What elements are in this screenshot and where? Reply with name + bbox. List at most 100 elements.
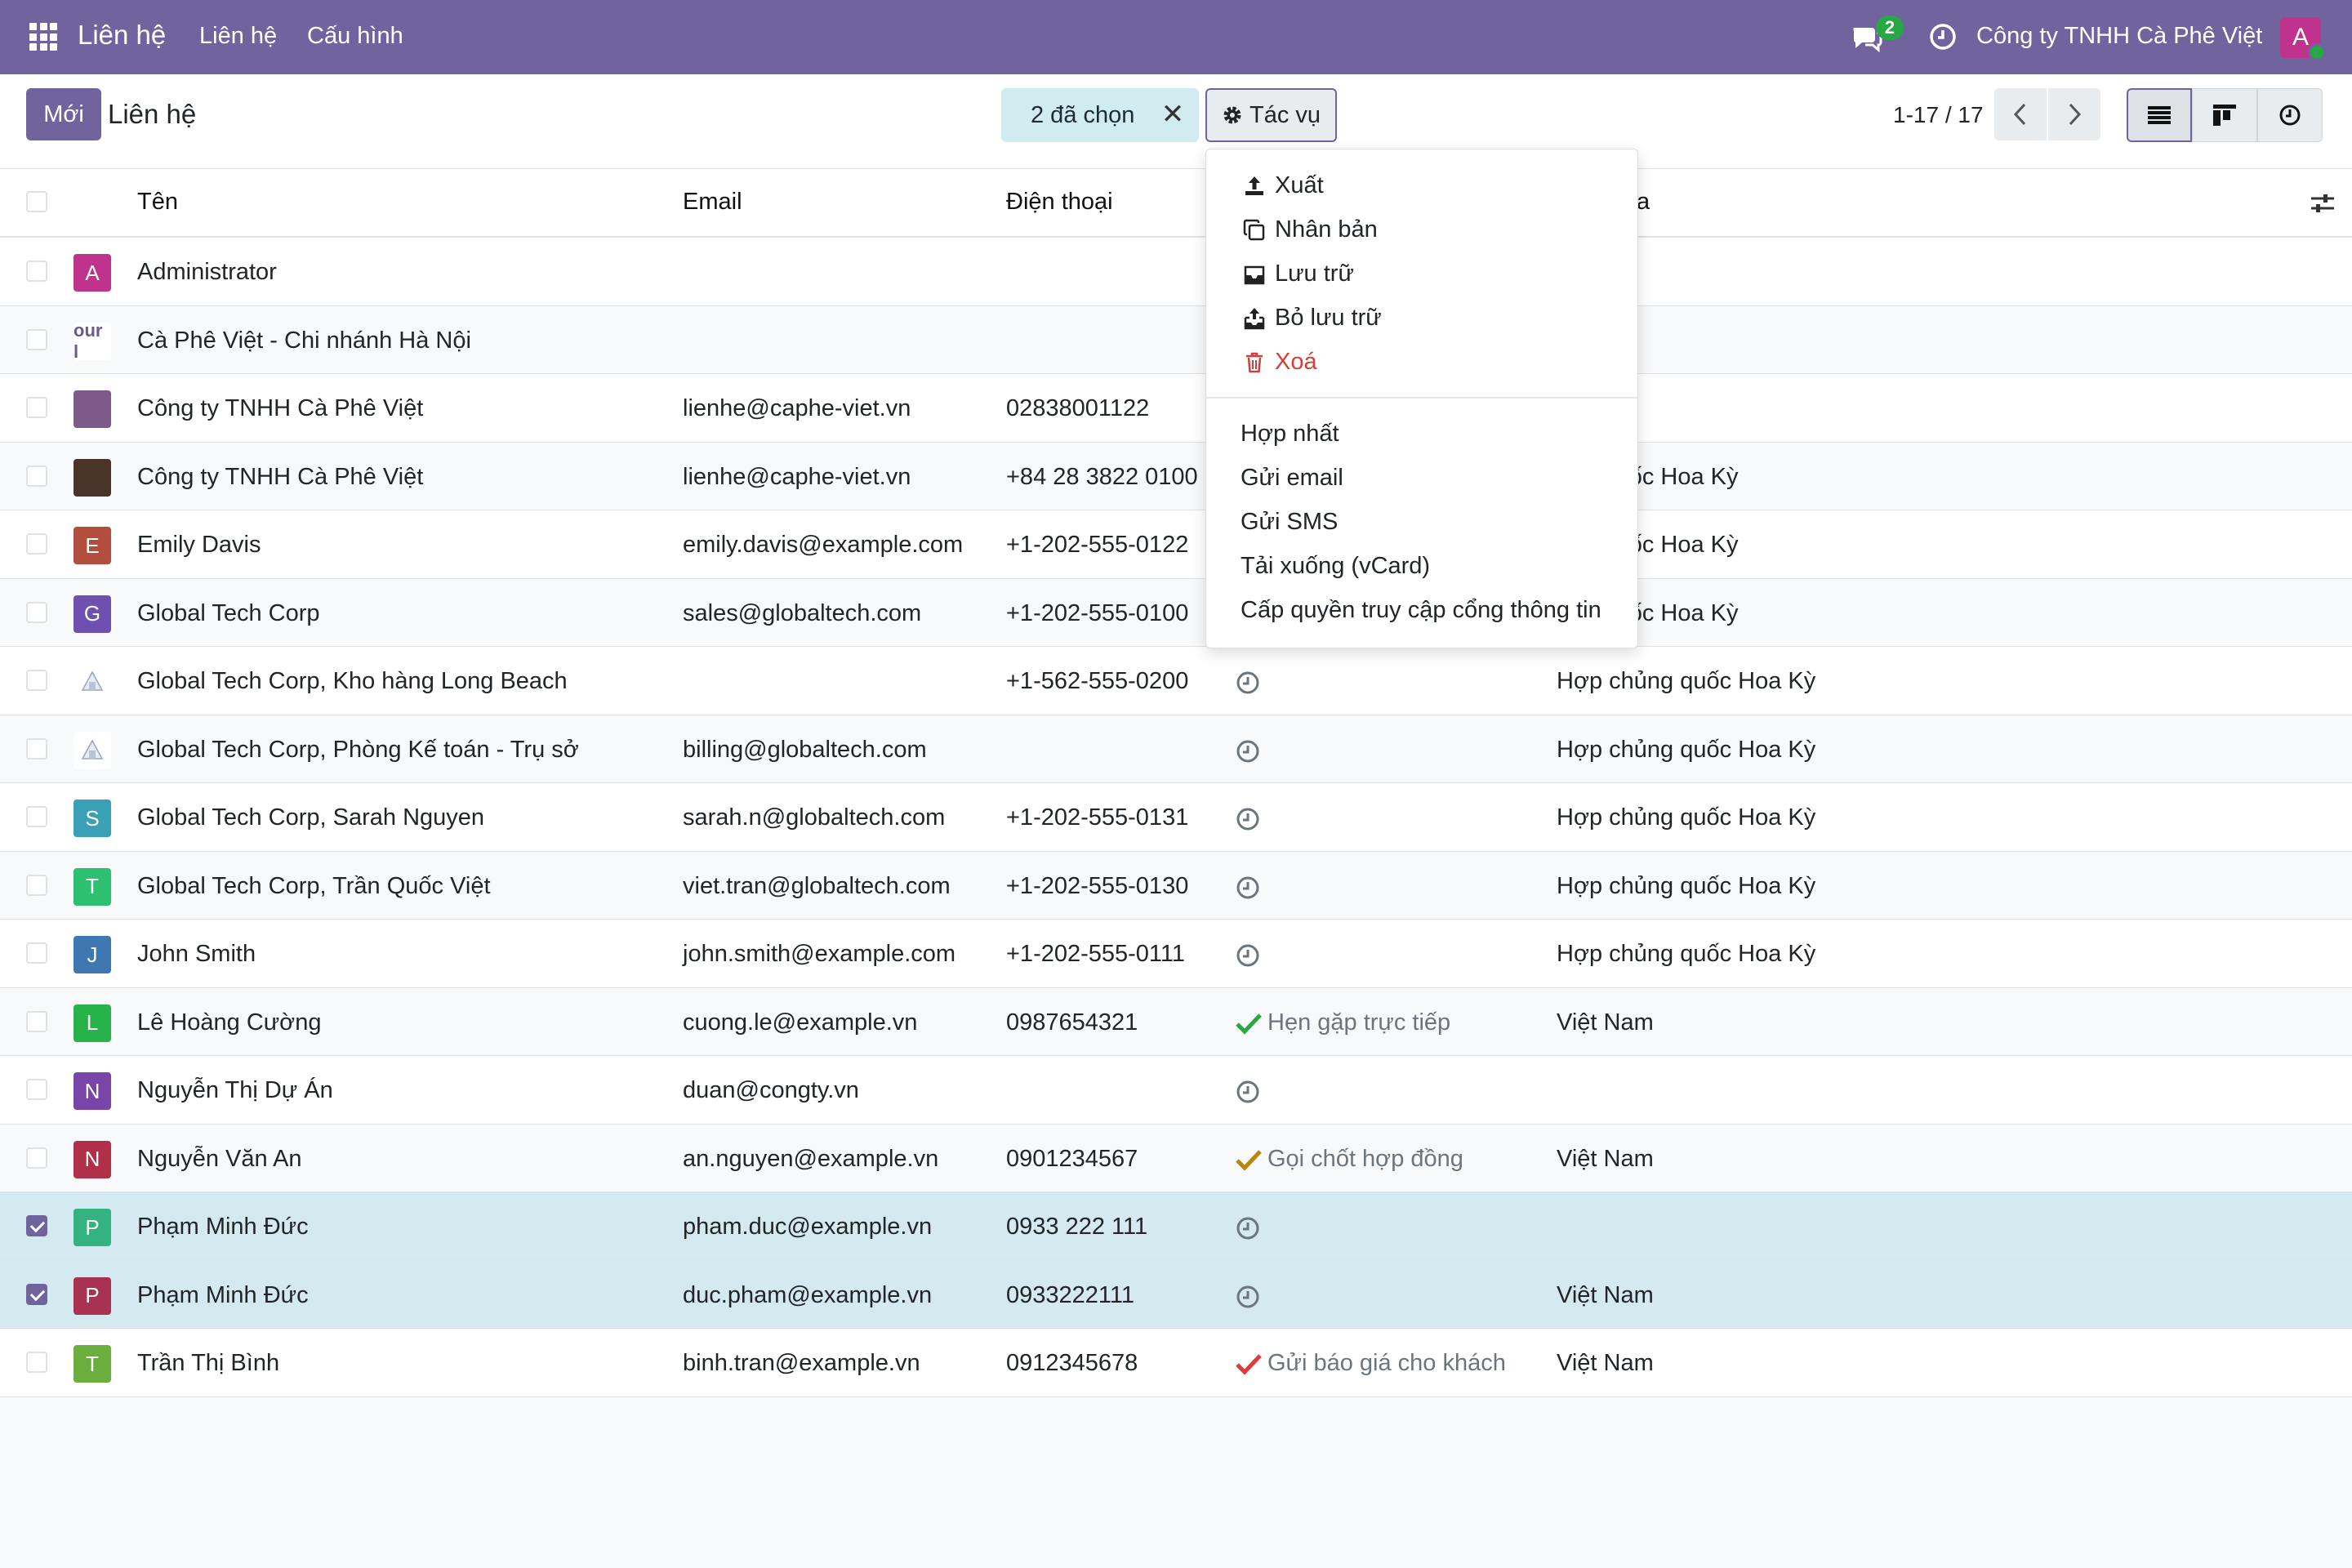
contact-email[interactable]: duan@congty.vn <box>683 1077 859 1104</box>
pager-previous-button[interactable] <box>1994 88 2047 140</box>
contact-email[interactable]: sarah.n@globaltech.com <box>683 804 945 831</box>
row-checkbox[interactable] <box>26 1283 47 1305</box>
table-row[interactable]: T Trần Thị Bình binh.tran@example.vn 091234… <box>0 1329 2352 1397</box>
menu-item-send-sms[interactable]: Gửi SMS <box>1241 509 1338 536</box>
contact-name[interactable]: Trần Thị Bình <box>137 1350 279 1377</box>
activity-summary[interactable]: Gửi báo giá cho khách <box>1267 1350 1506 1377</box>
activity-summary[interactable]: Gọi chốt hợp đồng <box>1267 1146 1463 1173</box>
contact-name[interactable]: Nguyễn Thị Dự Án <box>137 1077 333 1104</box>
contact-name[interactable]: Administrator <box>137 259 277 286</box>
contact-email[interactable]: lienhe@caphe-viet.vn <box>683 464 911 491</box>
menu-configuration[interactable]: Cấu hình <box>307 23 403 50</box>
activity-clock-icon[interactable] <box>1235 1284 1261 1310</box>
contact-email[interactable]: john.smith@example.com <box>683 941 956 968</box>
menu-item-download-vcard[interactable]: Tải xuống (vCard) <box>1241 553 1430 580</box>
contact-email[interactable]: sales@globaltech.com <box>683 600 921 627</box>
menu-item-merge[interactable]: Hợp nhất <box>1241 421 1339 448</box>
apps-grid-icon[interactable] <box>29 23 57 51</box>
table-row[interactable]: G Global Tech Corp sales@globaltech.com +1-… <box>0 578 2352 647</box>
activity-clock-icon[interactable] <box>1235 875 1261 901</box>
row-checkbox[interactable] <box>26 670 47 691</box>
contact-name[interactable]: Phạm Minh Đức <box>137 1214 309 1241</box>
contact-email[interactable]: billing@globaltech.com <box>683 737 927 764</box>
activity-clock-icon[interactable] <box>1235 738 1261 764</box>
activity-clock-icon[interactable] <box>1929 23 1957 51</box>
contact-phone[interactable]: +1-202-555-0111 <box>1006 941 1185 968</box>
row-checkbox[interactable] <box>26 1079 47 1100</box>
activity-done-check-icon[interactable] <box>1235 1148 1263 1171</box>
table-row[interactable]: N Nguyễn Thị Dự Án duan@congty.vn <box>0 1056 2352 1125</box>
table-row[interactable]: Global Tech Corp, Kho hàng Long Beach +1-… <box>0 647 2352 715</box>
row-checkbox[interactable] <box>26 1352 47 1373</box>
contact-name[interactable]: Lê Hoàng Cường <box>137 1009 321 1036</box>
row-checkbox[interactable] <box>26 261 47 282</box>
contact-email[interactable]: duc.pham@example.vn <box>683 1282 932 1309</box>
table-row[interactable]: our l Cà Phê Việt - Chi nhánh Hà Nội <box>0 305 2352 374</box>
contact-email[interactable]: binh.tran@example.vn <box>683 1350 920 1377</box>
optional-columns-icon[interactable] <box>2310 190 2336 216</box>
contact-name[interactable]: Global Tech Corp, Phòng Kế toán - Trụ sở <box>137 737 579 764</box>
contact-phone[interactable]: +1-202-555-0122 <box>1006 532 1188 559</box>
contact-name[interactable]: Nguyễn Văn An <box>137 1146 302 1173</box>
contact-email[interactable]: emily.davis@example.com <box>683 532 963 559</box>
contact-phone[interactable]: 0933222111 <box>1006 1282 1134 1309</box>
select-all-checkbox[interactable] <box>26 191 47 212</box>
contact-email[interactable]: lienhe@caphe-viet.vn <box>683 395 911 422</box>
contact-name[interactable]: Global Tech Corp, Trần Quốc Việt <box>137 873 491 900</box>
contact-email[interactable]: pham.duc@example.vn <box>683 1214 932 1241</box>
pager-value[interactable]: 1-17 / 17 <box>1893 102 1984 128</box>
activity-summary[interactable]: Hẹn gặp trực tiếp <box>1267 1009 1450 1036</box>
row-checkbox[interactable] <box>26 1010 47 1032</box>
column-email[interactable]: Email <box>683 189 742 216</box>
contact-name[interactable]: Công ty TNHH Cà Phê Việt <box>137 395 423 422</box>
activity-view-button[interactable] <box>2257 88 2323 142</box>
row-checkbox[interactable] <box>26 942 47 964</box>
row-checkbox[interactable] <box>26 737 47 760</box>
row-checkbox[interactable] <box>26 1215 47 1236</box>
contact-name[interactable]: Phạm Minh Đức <box>137 1282 309 1309</box>
activity-done-check-icon[interactable] <box>1235 1352 1263 1375</box>
table-row[interactable]: N Nguyễn Văn An an.nguyen@example.vn 090123… <box>0 1124 2352 1192</box>
activity-done-check-icon[interactable] <box>1235 1012 1263 1035</box>
table-row[interactable]: E Emily Davis emily.davis@example.com +1-20… <box>0 510 2352 579</box>
new-button[interactable]: Mới <box>26 88 101 140</box>
row-checkbox[interactable] <box>26 328 47 350</box>
contact-name[interactable]: Global Tech Corp, Kho hàng Long Beach <box>137 668 568 695</box>
column-phone[interactable]: Điện thoại <box>1006 189 1113 216</box>
contact-name[interactable]: Global Tech Corp <box>137 600 320 627</box>
table-row[interactable]: S Global Tech Corp, Sarah Nguyen sarah.n@g… <box>0 783 2352 852</box>
table-row[interactable]: A Administrator <box>0 238 2352 306</box>
table-row[interactable]: Công ty TNHH Cà Phê Việt lienhe@caphe-vie… <box>0 374 2352 443</box>
table-row[interactable]: Công ty TNHH Cà Phê Việt lienhe@caphe-vie… <box>0 442 2352 510</box>
menu-item-unarchive[interactable]: Bỏ lưu trữ <box>1242 305 1382 332</box>
list-view-button[interactable] <box>2127 88 2192 142</box>
row-checkbox[interactable] <box>26 1147 47 1169</box>
contact-name[interactable]: John Smith <box>137 941 256 968</box>
contact-name[interactable]: Global Tech Corp, Sarah Nguyen <box>137 804 484 831</box>
table-row[interactable]: P Phạm Minh Đức duc.pham@example.vn 0933222… <box>0 1260 2352 1329</box>
kanban-view-button[interactable] <box>2192 88 2257 142</box>
activity-clock-icon[interactable] <box>1235 806 1261 832</box>
table-row[interactable]: Global Tech Corp, Phòng Kế toán - Trụ sở… <box>0 715 2352 783</box>
activity-clock-icon[interactable] <box>1235 1215 1261 1241</box>
row-checkbox[interactable] <box>26 806 47 827</box>
column-country[interactable]: a <box>1637 189 1650 216</box>
row-checkbox[interactable] <box>26 397 47 418</box>
row-checkbox[interactable] <box>26 601 47 623</box>
menu-item-send-email[interactable]: Gửi email <box>1241 465 1343 492</box>
table-row[interactable]: J John Smith john.smith@example.com +1-202-… <box>0 920 2352 988</box>
contact-phone[interactable]: +1-562-555-0200 <box>1006 668 1188 695</box>
contact-phone[interactable]: 0987654321 <box>1006 1009 1138 1036</box>
row-checkbox[interactable] <box>26 533 47 555</box>
contact-email[interactable]: cuong.le@example.vn <box>683 1009 917 1036</box>
menu-item-duplicate[interactable]: Nhân bản <box>1242 216 1378 243</box>
contact-phone[interactable]: +1-202-555-0131 <box>1006 804 1188 831</box>
contact-phone[interactable]: 0912345678 <box>1006 1350 1138 1377</box>
app-brand[interactable]: Liên hệ <box>78 20 166 51</box>
activity-clock-icon[interactable] <box>1235 942 1261 969</box>
menu-contacts[interactable]: Liên hệ <box>199 23 277 50</box>
contact-name[interactable]: Công ty TNHH Cà Phê Việt <box>137 464 423 491</box>
activity-clock-icon[interactable] <box>1235 670 1261 696</box>
row-checkbox[interactable] <box>26 874 47 896</box>
menu-item-grant-portal[interactable]: Cấp quyền truy cập cổng thông tin <box>1241 597 1601 624</box>
